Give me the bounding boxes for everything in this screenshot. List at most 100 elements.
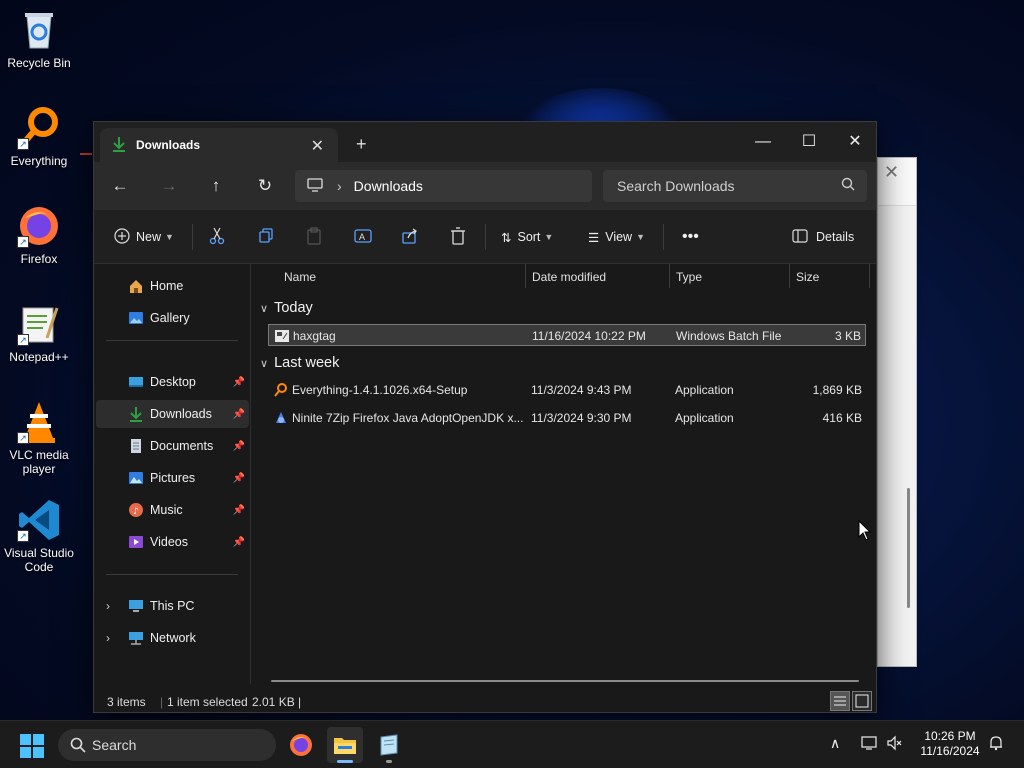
firefox-icon (289, 733, 313, 760)
sidebar-item-this-pc[interactable]: › This PC (96, 592, 249, 620)
column-header-name[interactable]: Name (284, 264, 316, 290)
sidebar-item-documents[interactable]: Documents 📌 (96, 432, 249, 460)
monitor-icon (307, 177, 323, 195)
column-divider[interactable] (525, 264, 526, 288)
desktop-icon-vscode[interactable]: ↗ Visual Studio Code (2, 498, 76, 574)
share-button[interactable] (402, 224, 418, 250)
sidebar-label: This PC (150, 599, 195, 613)
large-icons-view-icon[interactable] (852, 691, 872, 711)
sidebar-item-pictures[interactable]: Pictures 📌 (96, 464, 249, 492)
close-icon[interactable]: ✕ (884, 162, 899, 183)
sidebar-item-home[interactable]: Home (96, 272, 249, 300)
desktop-icon-recycle-bin[interactable]: Recycle Bin (2, 8, 76, 70)
taskbar-search[interactable]: Search (58, 729, 276, 761)
column-header-size[interactable]: Size (796, 264, 819, 290)
chevron-right-icon[interactable]: › (106, 599, 110, 613)
back-arrow-icon[interactable]: ← (105, 172, 135, 200)
group-header-last-week[interactable]: ∨ Last week (260, 351, 339, 375)
background-window[interactable]: ✕ (877, 157, 917, 667)
new-button[interactable]: New ▼ (114, 224, 174, 250)
sidebar-item-downloads[interactable]: Downloads 📌 (96, 400, 249, 428)
maximize-button[interactable]: ☐ (786, 128, 832, 156)
rename-button[interactable]: A (354, 224, 372, 250)
chevron-right-icon[interactable]: › (106, 631, 110, 645)
cut-button[interactable] (209, 224, 225, 250)
column-header-date[interactable]: Date modified (532, 264, 606, 290)
sidebar-item-videos[interactable]: Videos 📌 (96, 528, 249, 556)
pin-icon[interactable]: 📌 (233, 409, 245, 420)
details-view-icon[interactable] (830, 691, 850, 711)
new-tab-button[interactable]: + (356, 134, 367, 155)
sidebar-label: Desktop (150, 375, 196, 389)
sidebar-item-gallery[interactable]: Gallery (96, 304, 249, 332)
windows-start-icon[interactable] (20, 734, 44, 761)
forward-arrow-icon[interactable]: → (154, 172, 184, 200)
tab-downloads[interactable]: Downloads ✕ (100, 128, 338, 162)
sidebar-item-desktop[interactable]: Desktop 📌 (96, 368, 249, 396)
pin-icon[interactable]: 📌 (233, 537, 245, 548)
desktop-icon-vlc[interactable]: ↗ VLC media player (2, 400, 76, 476)
pin-icon[interactable]: 📌 (233, 505, 245, 516)
address-bar[interactable]: › Downloads (295, 170, 592, 202)
chevron-down-icon: ▼ (636, 232, 646, 242)
chevron-up-icon[interactable]: ∧ (830, 735, 840, 752)
column-label: Date modified (532, 270, 607, 284)
chevron-right-icon[interactable]: › (337, 178, 342, 194)
desktop-icon-everything[interactable]: ↗ Everything (2, 106, 76, 168)
taskbar-file-explorer[interactable] (327, 727, 363, 763)
close-tab-icon[interactable]: ✕ (311, 136, 324, 156)
paste-icon (306, 226, 322, 248)
pin-icon[interactable]: 📌 (233, 441, 245, 452)
system-clock[interactable]: 10:26 PM 11/16/2024 (912, 729, 988, 759)
sidebar-item-music[interactable]: ♪ Music 📌 (96, 496, 249, 524)
file-size: 416 KB (822, 411, 862, 425)
background-window-scrollbar[interactable] (907, 488, 910, 608)
address-path[interactable]: Downloads (354, 178, 423, 194)
group-header-today[interactable]: ∨ Today (260, 296, 313, 320)
taskbar-notepad-app[interactable] (371, 727, 407, 763)
file-row[interactable]: haxgtag 11/16/2024 10:22 PM Windows Batc… (268, 324, 866, 346)
navigation-bar: ← → ↑ ↻ › Downloads Search Downloads (94, 162, 876, 210)
column-divider[interactable] (869, 264, 870, 288)
refresh-icon[interactable]: ↻ (250, 172, 280, 200)
delete-button[interactable] (450, 224, 466, 250)
desktop-icon-notepadpp[interactable]: ↗ Notepad++ (2, 302, 76, 364)
copy-button[interactable] (258, 224, 274, 250)
close-window-button[interactable]: ✕ (832, 128, 878, 156)
pin-icon[interactable]: 📌 (233, 377, 245, 388)
pin-icon[interactable]: 📌 (233, 473, 245, 484)
shortcut-arrow-icon: ↗ (17, 236, 29, 248)
search-input[interactable]: Search Downloads (603, 170, 867, 202)
desktop-icon-label: Recycle Bin (7, 56, 71, 70)
column-divider[interactable] (789, 264, 790, 288)
file-row[interactable]: Ninite 7Zip Firefox Java AdoptOpenJDK x.… (268, 407, 866, 429)
details-button[interactable]: Details (792, 224, 854, 250)
column-label: Size (796, 270, 820, 284)
horizontal-scrollbar[interactable] (271, 680, 859, 682)
paste-button[interactable] (306, 224, 322, 250)
network-icon (128, 630, 144, 646)
volume-muted-icon[interactable] (887, 735, 903, 754)
desktop-icon-firefox[interactable]: ↗ Firefox (2, 204, 76, 266)
network-status-icon[interactable] (861, 735, 877, 754)
column-header-type[interactable]: Type (676, 264, 702, 290)
desktop-folder-icon (128, 374, 144, 390)
sort-button[interactable]: ⇅ Sort ▼ (501, 224, 553, 250)
more-options-icon[interactable]: ••• (682, 224, 699, 250)
toolbar-divider (663, 224, 664, 250)
file-type: Application (675, 383, 734, 397)
up-arrow-icon[interactable]: ↑ (201, 172, 231, 200)
sidebar-item-network[interactable]: › Network (96, 624, 249, 652)
taskbar-firefox[interactable] (283, 727, 319, 763)
shortcut-arrow-icon: ↗ (17, 530, 29, 542)
minimize-button[interactable]: — (740, 128, 786, 156)
file-row[interactable]: Everything-1.4.1.1026.x64-Setup 11/3/202… (268, 379, 866, 401)
sidebar-label: Downloads (150, 407, 212, 421)
copy-icon (258, 227, 274, 247)
title-bar: Downloads ✕ + — ☐ ✕ (94, 122, 876, 162)
view-button[interactable]: ☰ View ▼ (588, 224, 645, 250)
notification-bell-icon[interactable] (988, 735, 1004, 754)
chevron-down-icon: ▼ (165, 232, 174, 242)
column-divider[interactable] (669, 264, 670, 288)
videos-icon (128, 534, 144, 550)
